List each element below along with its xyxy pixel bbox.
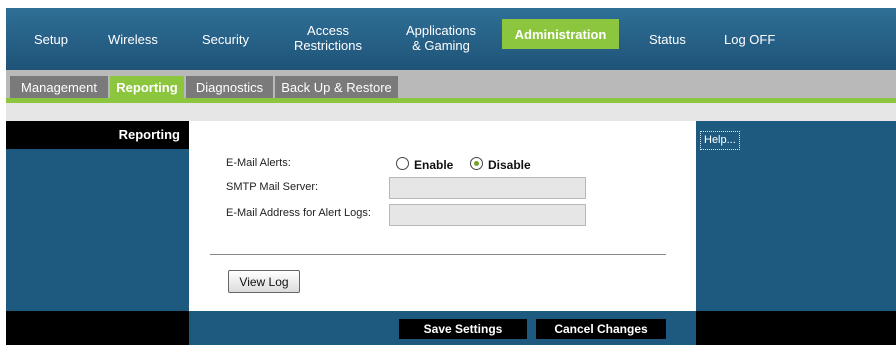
smtp-server-label: SMTP Mail Server: xyxy=(226,181,319,193)
tab-backup-restore[interactable]: Back Up & Restore xyxy=(275,76,398,98)
nav-access-restrictions-label: Access Restrictions xyxy=(294,23,362,53)
tab-management[interactable]: Management xyxy=(10,76,108,98)
enable-label: Enable xyxy=(414,158,454,172)
cancel-changes-button[interactable]: Cancel Changes xyxy=(536,319,666,339)
disable-radio[interactable] xyxy=(470,157,483,170)
nav-status[interactable]: Status xyxy=(649,32,686,47)
help-link[interactable]: Help... xyxy=(700,131,740,150)
sidebar xyxy=(6,121,189,311)
email-alerts-label: E-Mail Alerts: xyxy=(226,157,291,169)
footer-right xyxy=(696,311,896,345)
nav-log-off[interactable]: Log OFF xyxy=(724,32,775,47)
disable-label: Disable xyxy=(488,158,531,172)
gray-spacer xyxy=(6,103,896,121)
email-address-label: E-Mail Address for Alert Logs: xyxy=(226,207,371,219)
enable-radio[interactable] xyxy=(396,157,409,170)
nav-access-restrictions[interactable]: Access Restrictions xyxy=(290,23,366,53)
email-address-field[interactable] xyxy=(389,204,586,226)
nav-administration[interactable]: Administration xyxy=(502,19,619,49)
form-divider xyxy=(210,254,666,255)
save-settings-button[interactable]: Save Settings xyxy=(399,319,527,339)
footer-left xyxy=(6,311,189,345)
section-title: Reporting xyxy=(118,127,180,142)
nav-security[interactable]: Security xyxy=(202,32,249,47)
view-log-button[interactable]: View Log xyxy=(228,270,300,293)
tab-reporting[interactable]: Reporting xyxy=(110,76,184,98)
nav-wireless[interactable]: Wireless xyxy=(108,32,158,47)
nav-applications-gaming[interactable]: Applications & Gaming xyxy=(400,23,482,53)
nav-applications-gaming-label: Applications & Gaming xyxy=(405,23,477,53)
nav-setup[interactable]: Setup xyxy=(34,32,68,47)
smtp-server-field[interactable] xyxy=(389,177,586,199)
tab-diagnostics[interactable]: Diagnostics xyxy=(186,76,273,98)
